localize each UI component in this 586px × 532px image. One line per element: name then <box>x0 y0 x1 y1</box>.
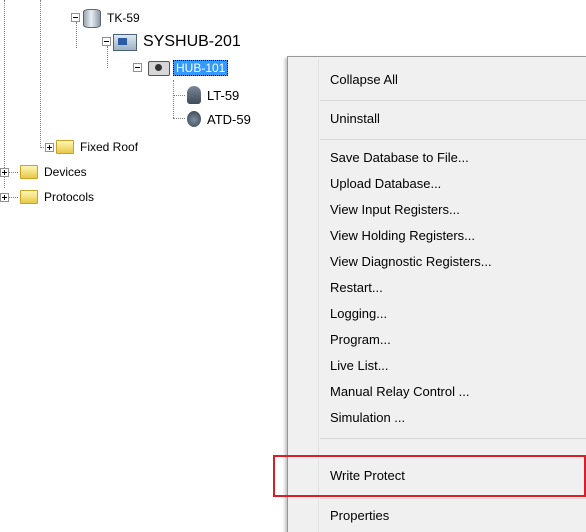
menu-item-logging[interactable]: Logging... <box>330 304 387 324</box>
tree-node-tk59[interactable]: TK-59 <box>83 8 143 28</box>
tree-node-syshub[interactable]: SYSHUB-201 <box>113 31 244 53</box>
menu-item-live-list[interactable]: Live List... <box>330 356 389 376</box>
tree-node-label: LT-59 <box>207 87 240 103</box>
tree-node-fixed-roof[interactable]: Fixed Roof <box>56 138 141 156</box>
folder-icon <box>20 190 38 204</box>
expand-toggle[interactable] <box>45 143 54 152</box>
menu-separator <box>320 498 586 499</box>
menu-separator <box>320 100 586 101</box>
tree-node-label: TK-59 <box>107 11 140 25</box>
folder-icon <box>56 140 74 154</box>
tree-line <box>76 22 77 48</box>
menu-item-simulation[interactable]: Simulation ... <box>330 408 405 428</box>
menu-item-upload-database[interactable]: Upload Database... <box>330 174 441 194</box>
tree-node-protocols[interactable]: Protocols <box>20 188 97 206</box>
tree-node-label: Protocols <box>44 190 95 204</box>
tree-node-label: Devices <box>44 165 87 179</box>
collapse-toggle[interactable] <box>133 63 142 72</box>
tree-line <box>173 118 185 119</box>
tree-node-atd[interactable]: ATD-59 <box>187 108 254 130</box>
tree-node-devices[interactable]: Devices <box>20 163 90 181</box>
menu-item-restart[interactable]: Restart... <box>330 278 383 298</box>
menu-item-manual-relay-control[interactable]: Manual Relay Control ... <box>330 382 469 402</box>
temperature-sensor-icon <box>187 111 201 127</box>
collapse-toggle[interactable] <box>102 37 111 46</box>
tree-line <box>4 0 5 188</box>
tree-node-label: HUB-101 <box>173 60 229 76</box>
tree-node-hub[interactable]: HUB-101 <box>148 58 229 78</box>
menu-item-collapse-all[interactable]: Collapse All <box>330 70 398 90</box>
tree-node-lt[interactable]: LT-59 <box>187 84 242 106</box>
menu-item-properties[interactable]: Properties <box>330 506 389 526</box>
tree-node-label: ATD-59 <box>207 111 251 127</box>
tree-line <box>173 80 174 118</box>
expand-toggle[interactable] <box>0 168 9 177</box>
write-protect-highlight-box <box>273 455 586 497</box>
tree-node-label: Fixed Roof <box>80 140 139 154</box>
expand-toggle[interactable] <box>0 193 9 202</box>
transmitter-icon <box>187 86 201 104</box>
menu-item-save-database[interactable]: Save Database to File... <box>330 148 469 168</box>
menu-item-view-diagnostic-registers[interactable]: View Diagnostic Registers... <box>330 252 492 272</box>
hub-device-icon <box>148 60 170 76</box>
menu-separator <box>320 438 586 439</box>
tree-node-label: SYSHUB-201 <box>143 33 241 50</box>
tree-line <box>40 0 41 148</box>
gateway-icon <box>113 33 137 51</box>
collapse-toggle[interactable] <box>71 13 80 22</box>
tree-line <box>173 95 185 96</box>
folder-icon <box>20 165 38 179</box>
tank-icon <box>83 8 101 28</box>
menu-item-view-input-registers[interactable]: View Input Registers... <box>330 200 460 220</box>
menu-separator <box>320 139 586 140</box>
tree-line <box>107 46 108 68</box>
menu-item-program[interactable]: Program... <box>330 330 391 350</box>
menu-item-view-holding-registers[interactable]: View Holding Registers... <box>330 226 475 246</box>
menu-item-uninstall[interactable]: Uninstall <box>330 109 380 129</box>
